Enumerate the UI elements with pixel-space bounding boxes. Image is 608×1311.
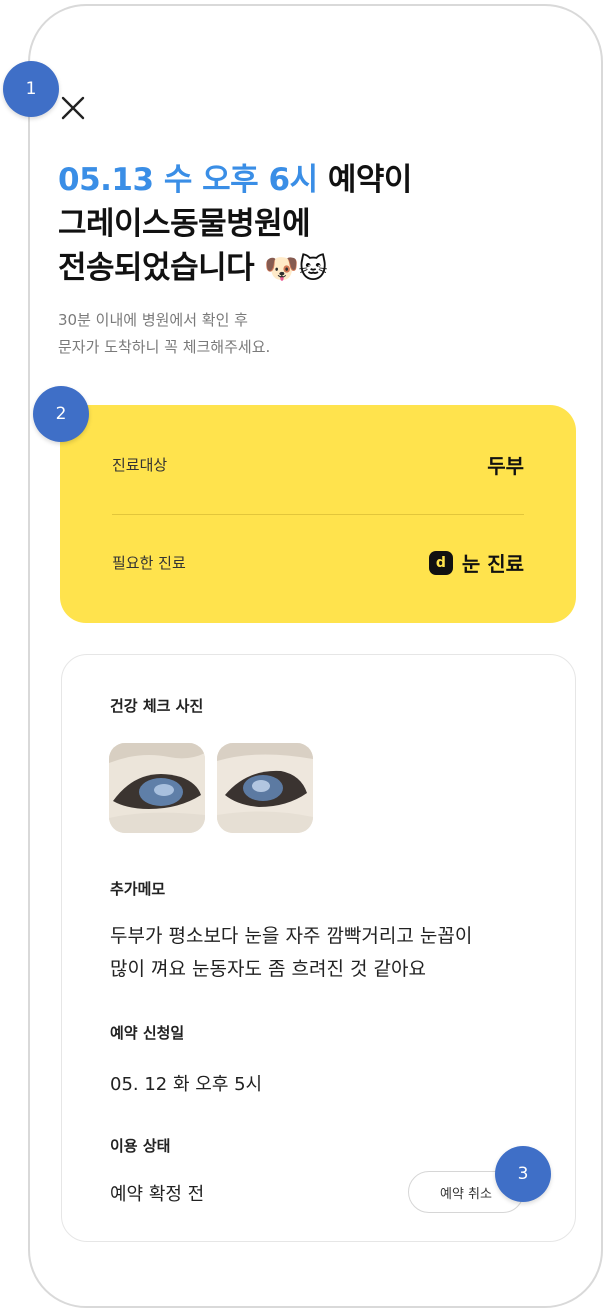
title-line-2: 그레이스동물병원에 [58, 206, 311, 242]
close-button[interactable] [58, 93, 88, 123]
annotation-marker-1: 1 [3, 61, 59, 117]
notice-line-2: 문자가 도착하니 꼭 체크해주세요. [58, 338, 271, 356]
memo-text: 두부가 평소보다 눈을 자주 깜빡거리고 눈꼽이 많이 껴요 눈동자도 좀 흐려… [110, 920, 560, 986]
treatment-row: 필요한 진료 d 눈 진료 [112, 548, 524, 577]
treatment-value-wrap: d 눈 진료 [428, 548, 524, 577]
dog-cat-emoji-icon: 🐶🐱 [264, 252, 328, 285]
title-line-1: 05.13 수 오후 6시 예약이 [58, 158, 578, 202]
status-value: 예약 확정 전 [110, 1184, 205, 1205]
treatment-label: 필요한 진료 [112, 554, 186, 572]
title-line-3-text: 전송되었습니다 [58, 250, 255, 286]
treatment-value: 눈 진료 [461, 552, 524, 576]
request-date-title: 예약 신청일 [110, 1024, 185, 1042]
health-check-photos [109, 743, 313, 833]
page-title: 05.13 수 오후 6시 예약이 그레이스동물병원에 전송되었습니다 🐶🐱 [58, 158, 578, 291]
patient-value: 두부 [487, 454, 524, 478]
patient-label: 진료대상 [112, 456, 168, 474]
eye-photo-2[interactable] [217, 743, 313, 833]
notice-text: 30분 이내에 병원에서 확인 후 문자가 도착하니 꼭 체크해주세요. [58, 307, 270, 361]
reservation-time-highlight: 05.13 수 오후 6시 [58, 162, 318, 198]
eye-photo-1-image [109, 743, 205, 833]
eye-photo-2-image [217, 743, 313, 833]
memo-title: 추가메모 [110, 880, 166, 898]
summary-divider [112, 514, 524, 515]
memo-line-1: 두부가 평소보다 눈을 자주 깜빡거리고 눈꼽이 [110, 925, 473, 947]
notice-line-1: 30분 이내에 병원에서 확인 후 [58, 311, 248, 329]
photos-title: 건강 체크 사진 [110, 697, 204, 715]
annotation-marker-2: 2 [33, 386, 89, 442]
memo-line-2: 많이 껴요 눈동자도 좀 흐려진 것 같아요 [110, 958, 426, 980]
title-line-1-rest: 예약이 [317, 162, 413, 198]
patient-row: 진료대상 두부 [112, 450, 524, 479]
status-title: 이용 상태 [110, 1137, 171, 1155]
close-icon [61, 96, 85, 120]
request-date-value: 05. 12 화 오후 5시 [110, 1074, 263, 1095]
title-line-3: 전송되었습니다 🐶🐱 [58, 246, 578, 291]
annotation-marker-3: 3 [495, 1146, 551, 1202]
eye-photo-1[interactable] [109, 743, 205, 833]
treatment-badge-icon: d [428, 550, 453, 575]
